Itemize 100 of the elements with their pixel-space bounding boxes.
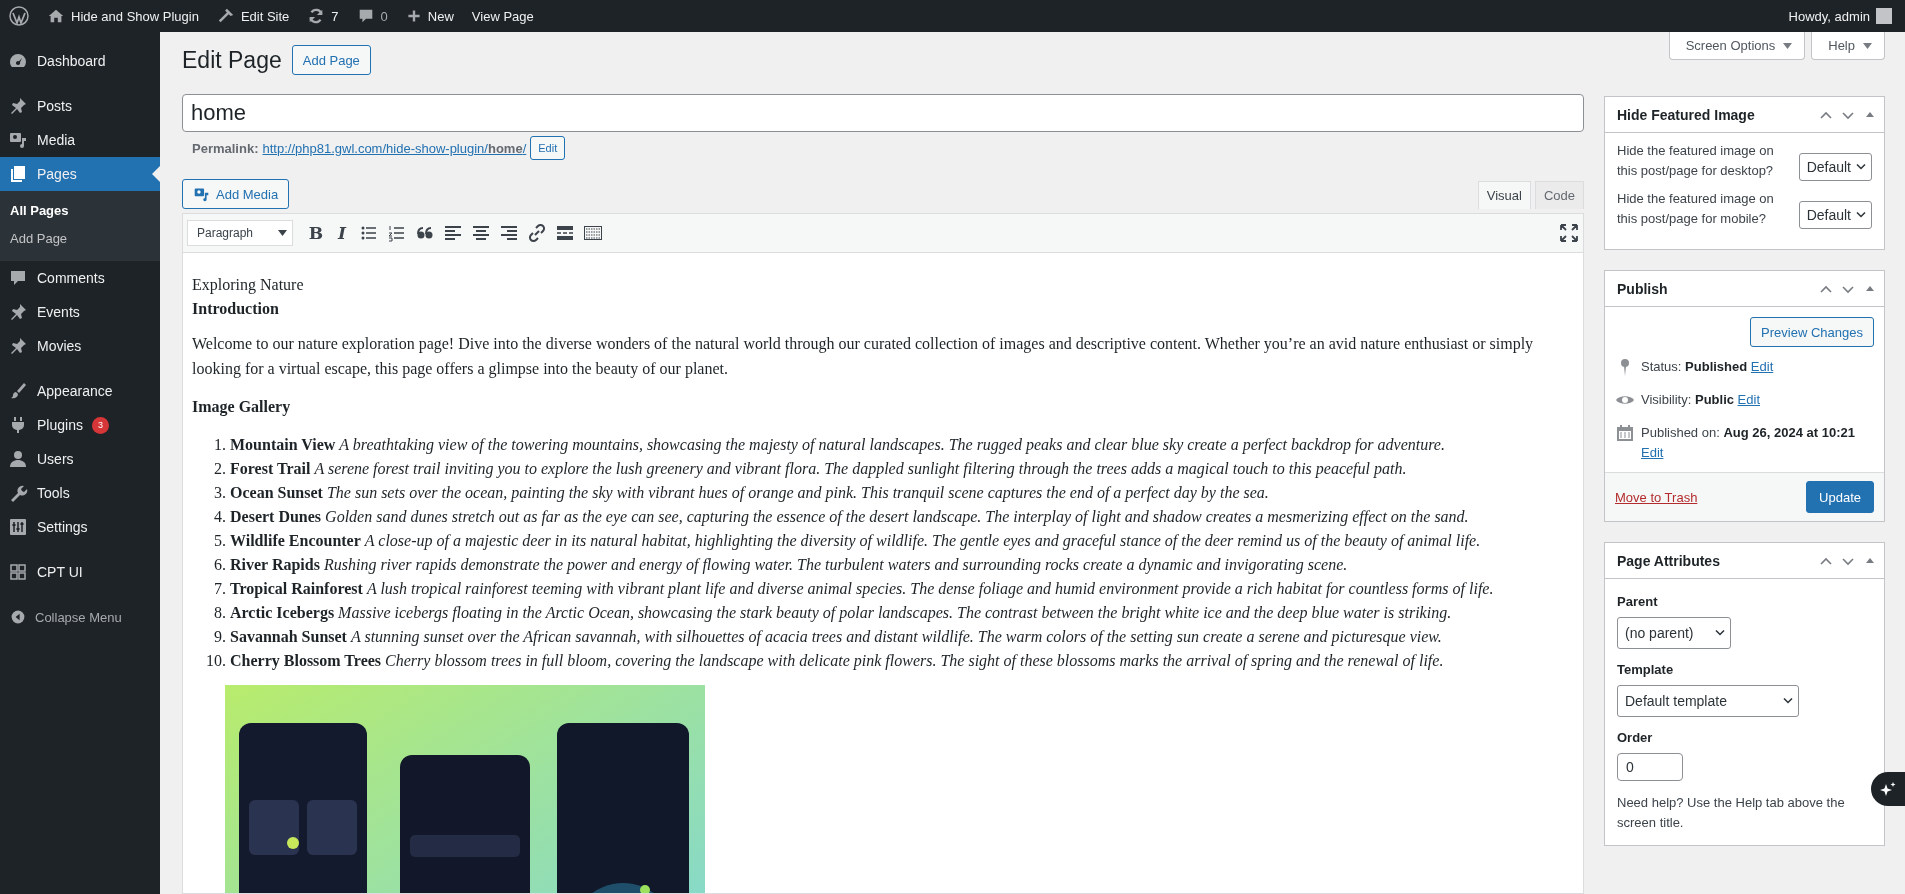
caret-icon <box>1782 698 1793 704</box>
align-center-icon <box>471 223 491 243</box>
caret-icon <box>1856 164 1866 170</box>
submenu-item[interactable]: Add Page <box>0 225 160 253</box>
list-item-text: Cherry Blossom Trees Cherry blossom trees in full bloom, covering the landscape with delicate pink flowers. The sight of these blossoms marks the arrival of spring and the renewal of life. <box>230 651 1444 672</box>
page-heading: Edit Page <box>182 46 282 74</box>
list-number: 9. <box>213 627 226 647</box>
caret-icon <box>1863 42 1872 49</box>
order-field[interactable]: 0 <box>1617 753 1683 781</box>
tab-toggle-button[interactable]: Screen Options <box>1668 32 1806 60</box>
field-label: Order <box>1617 729 1654 747</box>
user-icon <box>8 449 28 469</box>
field-label: Hide the featured image on this post/page for mobile? <box>1617 190 1775 228</box>
sparkle-button[interactable] <box>1871 772 1905 806</box>
sidebar-item[interactable]: Comments <box>0 261 160 295</box>
count-badge: 3 <box>91 416 109 434</box>
sparkle-icon <box>1880 782 1896 796</box>
sidebar-item[interactable]: Pages <box>0 157 160 191</box>
select-dropdown[interactable]: (no parent) <box>1617 617 1732 649</box>
site-link[interactable]: Hide and Show Plugin <box>38 0 208 32</box>
list-number: 3. <box>213 483 226 503</box>
sidebar-item[interactable]: Media <box>0 123 160 157</box>
intro-paragraph: Welcome to our nature exploration page! Dive into the diverse wonders of the natural world through our curated collection of images and descriptive content. Whether you’re an avid nature enthusiast or simply looking for a virtual escape, this page offers a glimpse into the beauty of our planet. <box>192 334 1535 380</box>
align-right-icon <box>499 223 519 243</box>
select-dropdown[interactable]: Default <box>1798 201 1872 229</box>
permalink-link[interactable]: http://php81.gwl.com/hide-show-plugin/home/ <box>262 140 527 156</box>
sidebar-item[interactable]: Dashboard <box>0 44 160 78</box>
list-item-text: Mountain View A breathtaking view of the towering mountains, showcasing the majesty of natural landscapes. The rugged peaks and clear blue sky create a perfect backdrop for adventure. <box>230 435 1445 456</box>
panel-title: Hide Featured Image <box>1617 106 1756 123</box>
italic-button[interactable]: I <box>333 223 351 243</box>
caret-icon <box>1715 630 1726 636</box>
preview-changes-button[interactable]: Preview Changes <box>1750 317 1874 347</box>
field-label: Template <box>1617 661 1675 679</box>
editor-tab[interactable]: Visual <box>1477 181 1531 209</box>
tab-toggle-button[interactable]: Help <box>1811 32 1885 60</box>
media-icon <box>8 130 28 150</box>
edit-link[interactable]: Edit <box>1737 392 1760 407</box>
bold-button[interactable]: B <box>307 223 325 243</box>
list-number: 2. <box>213 459 226 479</box>
settings-icon <box>8 517 28 537</box>
help-text: Need help? Use the Help tab above the screen title. <box>1617 794 1846 832</box>
caret-icon <box>278 230 287 236</box>
account-menu[interactable]: Howdy, admin <box>1779 0 1901 32</box>
add-page-button[interactable]: Add Page <box>291 45 371 75</box>
panel-title: Publish <box>1617 280 1669 297</box>
list-number: 8. <box>213 603 226 623</box>
select-dropdown[interactable]: Default template <box>1617 685 1799 717</box>
triangle-icon[interactable] <box>1866 558 1874 563</box>
grid-icon <box>8 562 28 582</box>
list-number: 10. <box>205 651 226 671</box>
edit-link[interactable]: Edit <box>1750 359 1774 374</box>
edit-permalink-button[interactable]: Edit <box>530 136 566 160</box>
new-link[interactable]: New <box>396 0 463 32</box>
comment-icon <box>8 268 28 288</box>
keyboard-icon <box>583 223 603 243</box>
read-more-icon <box>555 223 575 243</box>
align-left-icon <box>443 223 463 243</box>
add-media-button[interactable]: Add Media <box>182 179 290 209</box>
view-page-link[interactable]: View Page <box>462 0 543 32</box>
updates-link[interactable]: 7 <box>298 0 348 32</box>
comments-link[interactable]: 0 <box>347 0 397 32</box>
edit-link[interactable]: Edit <box>1641 445 1664 460</box>
title-field[interactable]: home <box>182 94 1584 132</box>
format-select[interactable]: Paragraph <box>187 220 293 246</box>
publish-status-text: Status: Published Edit <box>1641 358 1774 376</box>
sidebar-item[interactable]: CPT UI <box>0 555 160 589</box>
list-item-text: Savannah Sunset A stunning sunset over the African savannah, with silhouettes of acacia trees and distant wildlife. The warm colors of the setting sun create a serene and picturesque view. <box>230 627 1442 648</box>
list-number: 5. <box>213 531 226 551</box>
triangle-icon[interactable] <box>1866 286 1874 291</box>
submenu-item[interactable]: All Pages <box>0 197 160 225</box>
sidebar-item[interactable]: Settings <box>0 510 160 544</box>
list-number: 4. <box>213 507 226 527</box>
wordpress-logo-icon <box>9 6 29 26</box>
list-item-text: River Rapids Rushing river rapids demonstrate the power and energy of flowing water. The turbulent waters and surrounding rocks create a dynamic and invigorating scene. <box>230 555 1348 576</box>
avatar-icon <box>1876 8 1892 24</box>
plus-icon <box>405 8 422 24</box>
sidebar-item[interactable]: Plugins 3 <box>0 408 160 442</box>
move-to-trash-link[interactable]: Move to Trash <box>1615 489 1698 505</box>
pages-icon <box>8 164 28 184</box>
select-dropdown[interactable]: Default <box>1798 153 1872 181</box>
list-item-text: Wildlife Encounter A close-up of a majestic deer in its natural habitat, highlighting the diversity of wildlife. The gentle eyes and graceful stance of the deer remind us of the beauty of animal life. <box>230 531 1481 552</box>
update-button[interactable]: Update <box>1806 481 1874 513</box>
hammer-icon <box>216 7 235 25</box>
sidebar-item[interactable]: Appearance <box>0 374 160 408</box>
permalink-label: Permalink: <box>192 140 259 156</box>
sidebar-item[interactable]: Events <box>0 295 160 329</box>
content-heading: Exploring Nature <box>192 275 305 296</box>
list-item-text: Ocean Sunset The sun sets over the ocean, painting the sky with vibrant hues of orange and pink. This tranquil scene captures the end of a perfect day by the sea. <box>230 483 1269 504</box>
editor-tab[interactable]: Code <box>1534 181 1584 209</box>
sidebar-item[interactable]: Movies <box>0 329 160 363</box>
edit-site-link[interactable]: Edit Site <box>207 0 299 32</box>
content-subheading: Introduction <box>192 299 280 319</box>
sidebar-item[interactable]: Tools <box>0 476 160 510</box>
sidebar-item[interactable]: Posts <box>0 89 160 123</box>
collapse-menu-button[interactable]: Collapse Menu <box>0 600 160 634</box>
list-number: 7. <box>213 579 226 599</box>
publish-status-text: Visibility: Public Edit <box>1641 391 1760 409</box>
link-icon <box>527 223 547 243</box>
sidebar-item[interactable]: Users <box>0 442 160 476</box>
triangle-icon[interactable] <box>1866 112 1874 117</box>
